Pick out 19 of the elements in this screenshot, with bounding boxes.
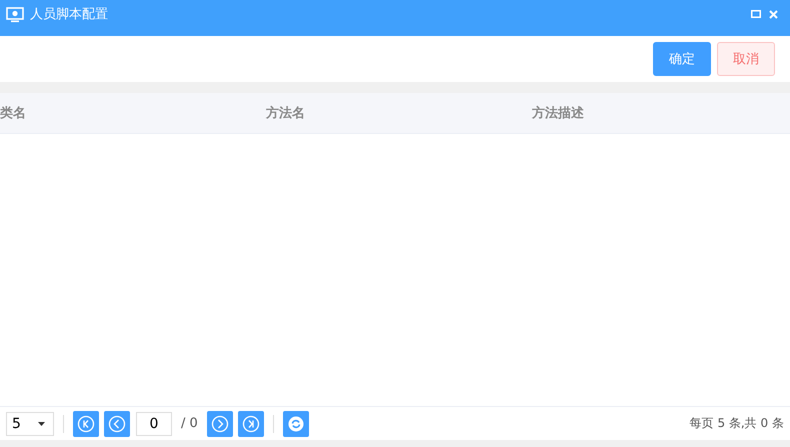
last-page-button[interactable] [238,410,264,436]
cancel-button[interactable]: 取消 [717,42,775,76]
pagination-summary: 每页 5 条,共 0 条 [690,415,784,432]
confirm-button[interactable]: 确定 [653,42,711,76]
total-pages: / 0 [181,416,198,431]
page-input[interactable]: 0 [136,412,172,436]
refresh-icon [286,414,305,432]
column-header[interactable]: 方法描述 [532,104,584,122]
refresh-button[interactable] [282,410,309,436]
window-title: 人员脚本配置 [30,6,108,23]
close-icon[interactable] [769,10,778,18]
page-size-select[interactable]: 5 [6,412,54,436]
column-header[interactable]: 类名 [0,104,26,122]
caret-icon [38,422,45,426]
maximize-icon[interactable] [751,10,761,18]
column-header[interactable]: 方法名 [266,104,305,122]
next-page-button[interactable] [206,410,233,436]
first-page-button[interactable] [73,410,99,436]
previous-page-button[interactable] [104,410,130,436]
